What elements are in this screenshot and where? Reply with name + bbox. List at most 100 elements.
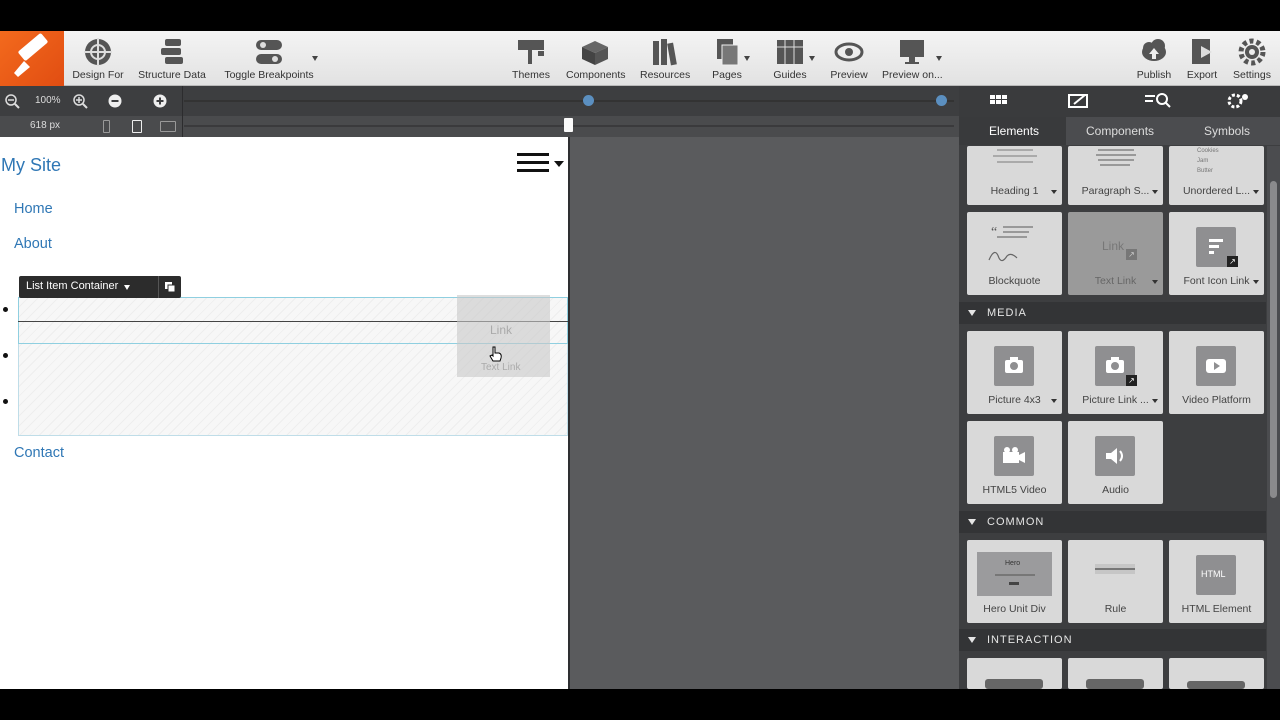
preview-label: Preview (830, 69, 868, 81)
design-for-button[interactable]: Design For (72, 37, 124, 83)
preview-button[interactable]: Preview (829, 37, 869, 83)
section-header-interaction[interactable]: INTERACTION (959, 629, 1266, 651)
breakpoint-track (184, 100, 954, 102)
zoom-in-magnifier-icon[interactable] (72, 93, 88, 109)
desktop-icon[interactable] (160, 121, 176, 132)
divider (182, 86, 183, 116)
panel-scrollbar[interactable] (1267, 146, 1280, 689)
element-card-audio[interactable]: Audio (1068, 421, 1163, 504)
chevron-down-icon[interactable] (1253, 280, 1259, 284)
element-card-picture-link[interactable]: ↗ Picture Link ... (1068, 331, 1163, 414)
element-card-interaction[interactable] (967, 658, 1062, 689)
settings-button[interactable]: Settings (1231, 37, 1273, 83)
element-card-interaction[interactable] (1068, 658, 1163, 689)
themes-button[interactable]: Themes (512, 37, 550, 83)
publish-label: Publish (1136, 69, 1172, 81)
themes-label: Themes (512, 69, 550, 81)
element-card-interaction[interactable] (1169, 658, 1264, 689)
hamburger-menu-icon[interactable] (517, 153, 564, 175)
element-card-paragraph[interactable]: Paragraph S... (1068, 146, 1163, 205)
element-card-video-platform[interactable]: Video Platform (1169, 331, 1264, 414)
guides-button[interactable]: Guides (771, 37, 809, 83)
chevron-down-icon[interactable] (124, 285, 130, 290)
style-editor-icon[interactable] (1039, 86, 1119, 117)
zoom-out-magnifier-icon[interactable] (4, 93, 20, 109)
breakpoint-marker[interactable] (936, 95, 947, 106)
external-link-icon: ↗ (1227, 256, 1238, 267)
element-card-unordered-list[interactable]: Cookies Jam Butter Unordered L... (1169, 146, 1264, 205)
minus-circle-icon[interactable] (107, 93, 123, 109)
chevron-down-icon[interactable] (809, 56, 815, 61)
element-card-font-icon-link[interactable]: ↗ Font Icon Link (1169, 212, 1264, 295)
app-logo[interactable] (0, 31, 64, 86)
chevron-down-icon[interactable] (1253, 190, 1259, 194)
element-card-picture-4x3[interactable]: Picture 4x3 (967, 331, 1062, 414)
section-title: INTERACTION (987, 634, 1073, 646)
element-context-bar[interactable]: List Item Container (19, 276, 194, 298)
chevron-down-icon[interactable] (1152, 399, 1158, 403)
element-card-heading-1[interactable]: Heading 1 (967, 146, 1062, 205)
resources-label: Resources (640, 69, 691, 81)
zoom-bar: 100% (0, 86, 959, 116)
context-element-label[interactable]: List Item Container (26, 280, 118, 292)
grid-elements-icon[interactable] (959, 86, 1039, 117)
chevron-down-icon[interactable] (1152, 280, 1158, 284)
preview-on-button[interactable]: Preview on... (882, 37, 943, 83)
components-button[interactable]: Components (566, 37, 626, 83)
pages-button[interactable]: Pages (708, 37, 746, 83)
chevron-down-icon[interactable] (1152, 190, 1158, 194)
list-bullet (3, 307, 8, 312)
video-tile (1196, 346, 1236, 386)
collapse-triangle-icon (968, 637, 976, 643)
structure-data-button[interactable]: Structure Data (137, 37, 207, 83)
interaction-preview (985, 679, 1043, 689)
duplicate-icon[interactable] (164, 281, 176, 293)
video-camera-icon (1003, 447, 1025, 463)
element-card-html5-video[interactable]: HTML5 Video (967, 421, 1062, 504)
settings-label: Settings (1233, 69, 1271, 81)
breakpoint-marker[interactable] (583, 95, 594, 106)
chevron-down-icon[interactable] (1051, 399, 1057, 403)
page-canvas[interactable]: My Site Home About List Item Container L… (0, 137, 568, 689)
chevron-down-icon[interactable] (1051, 190, 1057, 194)
element-card-text-link[interactable]: Link ↗ Text Link (1068, 212, 1163, 295)
card-label: Hero Unit Div (983, 603, 1046, 615)
element-card-hero-unit-div[interactable]: Hero Hero Unit Div (967, 540, 1062, 623)
nav-link-about[interactable]: About (14, 236, 52, 252)
tab-components[interactable]: Components (1086, 124, 1154, 138)
card-label: Unordered L... (1182, 185, 1251, 197)
publish-button[interactable]: Publish (1135, 37, 1173, 83)
inspect-search-icon[interactable] (1119, 86, 1199, 117)
section-header-common[interactable]: COMMON (959, 511, 1266, 533)
nav-link-home[interactable]: Home (14, 201, 53, 217)
interaction-preview (1086, 679, 1144, 689)
tab-elements[interactable]: Elements (989, 124, 1039, 138)
element-card-blockquote[interactable]: “ Blockquote (967, 212, 1062, 295)
card-label: Blockquote (988, 275, 1041, 287)
width-bar: 618 px (0, 116, 959, 137)
resources-button[interactable]: Resources (640, 37, 690, 83)
dragged-text-link-ghost: Link Text Link (457, 295, 550, 377)
tab-symbols[interactable]: Symbols (1204, 124, 1250, 138)
width-slider-handle[interactable] (564, 118, 573, 132)
settings-gears-icon[interactable] (1199, 86, 1279, 117)
phone-icon[interactable] (103, 120, 110, 133)
nav-link-contact[interactable]: Contact (14, 445, 64, 461)
export-button[interactable]: Export (1185, 37, 1219, 83)
scrollbar-thumb[interactable] (1270, 181, 1277, 498)
toggle-breakpoints-button[interactable]: Toggle Breakpoints (224, 37, 314, 83)
section-header-media[interactable]: MEDIA (959, 302, 1266, 324)
plus-circle-icon[interactable] (152, 93, 168, 109)
section-title: MEDIA (987, 307, 1027, 319)
audio-tile (1095, 436, 1135, 476)
site-title[interactable]: My Site (1, 155, 61, 176)
chevron-down-icon[interactable] (936, 56, 942, 61)
main-toolbar: Design For Structure Data Toggle Breakpo… (0, 31, 1280, 86)
chevron-down-icon[interactable] (312, 56, 318, 61)
trash-icon[interactable] (184, 281, 194, 293)
grid-guides-icon (777, 40, 803, 64)
tablet-icon[interactable] (132, 120, 142, 133)
element-card-rule[interactable]: Rule (1068, 540, 1163, 623)
element-card-html-element[interactable]: HTML HTML Element (1169, 540, 1264, 623)
chevron-down-icon[interactable] (744, 56, 750, 61)
